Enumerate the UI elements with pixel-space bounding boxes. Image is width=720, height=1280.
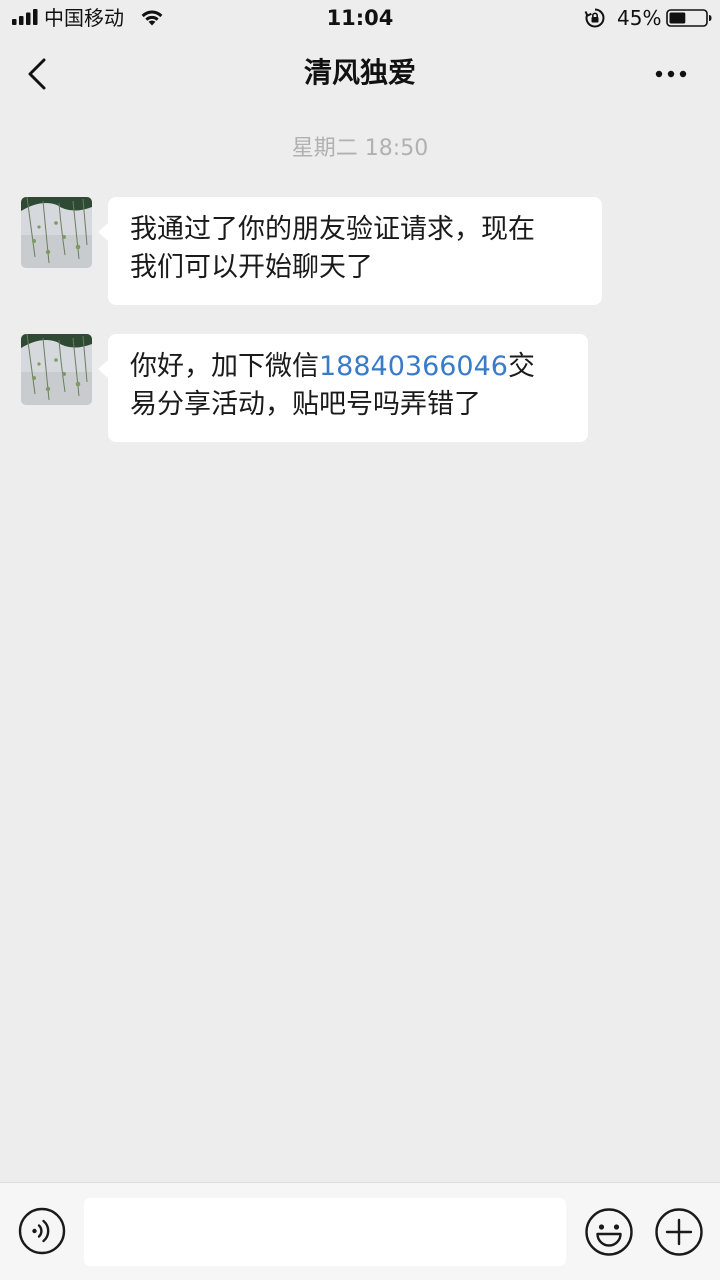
emoji-icon: [585, 1208, 633, 1256]
chat-timestamp: 星期二 18:50: [291, 136, 429, 161]
message-bubble[interactable]: 你好，加下微信18840366046交 易分享活动，贴吧号吗弄错了: [98, 334, 588, 442]
input-bar: [0, 1182, 720, 1280]
message-text-line: 我们可以开始聊天了: [130, 252, 373, 283]
more-functions-button[interactable]: [654, 1207, 704, 1257]
avatar-image: [21, 197, 92, 268]
voice-button[interactable]: [18, 1207, 66, 1255]
rotation-lock-icon: [584, 8, 605, 28]
chat-screen: 中国移动 11:04 45% 清风独爱 星期二 18:50 我通过了你的朋友验证…: [0, 0, 720, 1280]
status-bar: 中国移动 11:04 45%: [0, 0, 720, 38]
battery-percent: 45%: [617, 6, 662, 30]
back-button[interactable]: [18, 50, 62, 98]
message-bubble[interactable]: 我通过了你的朋友验证请求，现在 我们可以开始聊天了: [98, 197, 602, 305]
more-options-button[interactable]: [646, 54, 696, 94]
message-input[interactable]: [84, 1198, 566, 1266]
message-text-line: 我通过了你的朋友验证请求，现在: [130, 214, 535, 245]
chat-title: 清风独爱: [303, 56, 416, 89]
avatar-image: [21, 334, 92, 405]
message-text: 你好，加下微信: [130, 351, 319, 382]
emoji-button[interactable]: [584, 1207, 634, 1257]
nav-bar: 清风独爱: [0, 38, 720, 110]
status-time: 11:04: [326, 6, 394, 30]
chevron-left-icon: [28, 58, 46, 90]
plus-icon: [655, 1208, 703, 1256]
message-text-line: 你好，加下微信18840366046交: [130, 348, 566, 386]
message-text-line: 易分享活动，贴吧号吗弄错了: [130, 389, 481, 420]
phone-number-link[interactable]: 18840366046: [319, 351, 508, 382]
battery-icon: [666, 9, 712, 27]
avatar[interactable]: [21, 334, 92, 405]
more-dots-icon: [655, 70, 687, 78]
avatar[interactable]: [21, 197, 92, 268]
voice-icon: [18, 1207, 66, 1255]
message-text: 交: [507, 351, 535, 382]
